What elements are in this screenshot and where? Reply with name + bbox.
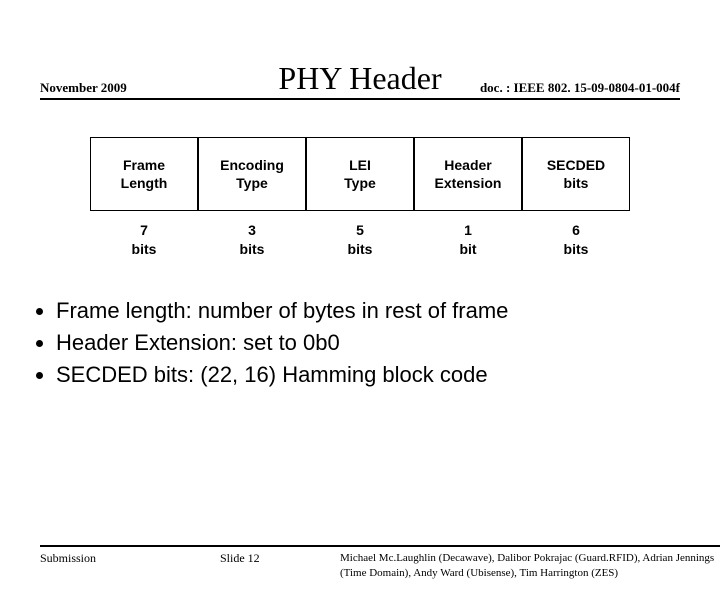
field-name-cell: LEIType: [306, 137, 414, 211]
footer-left: Submission: [40, 551, 220, 566]
header-date: November 2009: [40, 80, 127, 96]
footer-bar: Submission Slide 12 Michael Mc.Laughlin …: [40, 545, 720, 580]
header-bar: November 2009 doc. : IEEE 802. 15-09-080…: [40, 80, 680, 100]
footer-slide-number: Slide 12: [220, 551, 340, 566]
field-bits-cell: 6bits: [522, 221, 630, 257]
bullet-item: SECDED bits: (22, 16) Hamming block code: [56, 362, 690, 388]
field-name-cell: HeaderExtension: [414, 137, 522, 211]
field-bits-row: 7bits 3bits 5bits 1bit 6bits: [90, 221, 630, 257]
field-name-cell: SECDEDbits: [522, 137, 630, 211]
field-bits-cell: 5bits: [306, 221, 414, 257]
bullets-section: Frame length: number of bytes in rest of…: [30, 298, 690, 388]
field-bits-cell: 7bits: [90, 221, 198, 257]
field-bits-cell: 3bits: [198, 221, 306, 257]
phy-header-table: FrameLength EncodingType LEIType HeaderE…: [90, 137, 630, 258]
footer-authors: Michael Mc.Laughlin (Decawave), Dalibor …: [340, 551, 720, 580]
field-name-cell: FrameLength: [90, 137, 198, 211]
header-doc: doc. : IEEE 802. 15-09-0804-01-004f: [480, 80, 680, 96]
field-name-cell: EncodingType: [198, 137, 306, 211]
field-bits-cell: 1bit: [414, 221, 522, 257]
bullet-item: Header Extension: set to 0b0: [56, 330, 690, 356]
bullet-item: Frame length: number of bytes in rest of…: [56, 298, 690, 324]
field-name-row: FrameLength EncodingType LEIType HeaderE…: [90, 137, 630, 211]
